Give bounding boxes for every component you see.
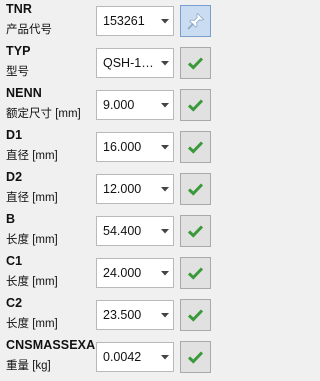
param-desc: 长度 [mm] — [6, 276, 58, 288]
dropdown-button[interactable] — [157, 343, 173, 371]
check-icon — [187, 351, 204, 364]
param-row-tnr: TNR 产品代号 153261 — [0, 0, 217, 43]
chevron-down-icon — [161, 145, 169, 150]
check-icon — [187, 309, 204, 322]
confirm-button[interactable] — [180, 341, 211, 373]
param-label: D2 直径 [mm] — [6, 168, 94, 211]
param-code: B — [6, 212, 16, 226]
confirm-button[interactable] — [180, 89, 211, 121]
param-code: C2 — [6, 296, 23, 310]
param-code: D2 — [6, 170, 23, 184]
dropdown-button[interactable] — [157, 259, 173, 287]
param-label: B 长度 [mm] — [6, 210, 94, 253]
chevron-down-icon — [161, 103, 169, 108]
chevron-down-icon — [161, 61, 169, 66]
confirm-button[interactable] — [180, 173, 211, 205]
param-value: 54.400 — [103, 224, 142, 238]
pin-button[interactable] — [180, 5, 211, 37]
dropdown-button[interactable] — [157, 49, 173, 77]
param-desc: 额定尺寸 [mm] — [6, 108, 81, 120]
param-desc: 产品代号 — [6, 24, 52, 36]
check-icon — [187, 141, 204, 154]
dropdown-button[interactable] — [157, 301, 173, 329]
check-icon — [187, 183, 204, 196]
param-combobox-cnsmassexa[interactable]: 0.0042 — [96, 342, 174, 372]
pin-icon — [187, 12, 205, 30]
confirm-button[interactable] — [180, 215, 211, 247]
param-code: C1 — [6, 254, 23, 268]
param-desc: 直径 [mm] — [6, 150, 58, 162]
param-label: D1 直径 [mm] — [6, 126, 94, 169]
param-desc: 型号 — [6, 66, 29, 78]
param-label: TNR 产品代号 — [6, 0, 94, 43]
param-label: TYP 型号 — [6, 42, 94, 85]
dropdown-button[interactable] — [157, 91, 173, 119]
param-row-d2: D2 直径 [mm] 12.000 — [0, 168, 217, 211]
param-code: NENN — [6, 86, 42, 100]
param-combobox-b[interactable]: 54.400 — [96, 216, 174, 246]
param-row-b: B 长度 [mm] 54.400 — [0, 210, 217, 253]
param-code: TNR — [6, 2, 32, 16]
param-value: 23.500 — [103, 308, 142, 322]
param-value: 9.000 — [103, 98, 135, 112]
param-code: TYP — [6, 44, 31, 58]
dropdown-button[interactable] — [157, 217, 173, 245]
check-icon — [187, 99, 204, 112]
param-combobox-c1[interactable]: 24.000 — [96, 258, 174, 288]
check-icon — [187, 57, 204, 70]
confirm-button[interactable] — [180, 131, 211, 163]
confirm-button[interactable] — [180, 257, 211, 289]
param-value: 12.000 — [103, 182, 142, 196]
param-row-cnsmassexa: CNSMASSEXA 重量 [kg] 0.0042 — [0, 336, 217, 379]
dropdown-button[interactable] — [157, 175, 173, 203]
param-combobox-d2[interactable]: 12.000 — [96, 174, 174, 204]
chevron-down-icon — [161, 19, 169, 24]
check-icon — [187, 225, 204, 238]
chevron-down-icon — [161, 355, 169, 360]
dropdown-button[interactable] — [157, 7, 173, 35]
param-label: NENN 额定尺寸 [mm] — [6, 84, 94, 127]
param-row-c2: C2 长度 [mm] 23.500 — [0, 294, 217, 337]
chevron-down-icon — [161, 229, 169, 234]
chevron-down-icon — [161, 313, 169, 318]
param-row-typ: TYP 型号 QSH-1… — [0, 42, 217, 85]
param-desc: 长度 [mm] — [6, 234, 58, 246]
parameter-panel: TNR 产品代号 153261 TYP 型号 QSH-1… NENN 额定尺寸 … — [0, 0, 217, 381]
param-code: CNSMASSEXA — [6, 338, 96, 352]
param-value: 16.000 — [103, 140, 142, 154]
param-desc: 直径 [mm] — [6, 192, 58, 204]
chevron-down-icon — [161, 187, 169, 192]
dropdown-button[interactable] — [157, 133, 173, 161]
param-combobox-nenn[interactable]: 9.000 — [96, 90, 174, 120]
param-desc: 重量 [kg] — [6, 360, 51, 372]
param-label: CNSMASSEXA 重量 [kg] — [6, 336, 96, 379]
param-combobox-c2[interactable]: 23.500 — [96, 300, 174, 330]
param-row-nenn: NENN 额定尺寸 [mm] 9.000 — [0, 84, 217, 127]
param-value: QSH-1… — [103, 56, 154, 70]
chevron-down-icon — [161, 271, 169, 276]
param-value: 24.000 — [103, 266, 142, 280]
param-label: C1 长度 [mm] — [6, 252, 94, 295]
param-combobox-typ[interactable]: QSH-1… — [96, 48, 174, 78]
param-label: C2 长度 [mm] — [6, 294, 94, 337]
param-row-d1: D1 直径 [mm] 16.000 — [0, 126, 217, 169]
param-row-c1: C1 长度 [mm] 24.000 — [0, 252, 217, 295]
param-combobox-d1[interactable]: 16.000 — [96, 132, 174, 162]
confirm-button[interactable] — [180, 47, 211, 79]
check-icon — [187, 267, 204, 280]
param-code: D1 — [6, 128, 23, 142]
param-desc: 长度 [mm] — [6, 318, 58, 330]
param-value: 0.0042 — [103, 350, 142, 364]
param-value: 153261 — [103, 14, 145, 28]
confirm-button[interactable] — [180, 299, 211, 331]
param-combobox-tnr[interactable]: 153261 — [96, 6, 174, 36]
